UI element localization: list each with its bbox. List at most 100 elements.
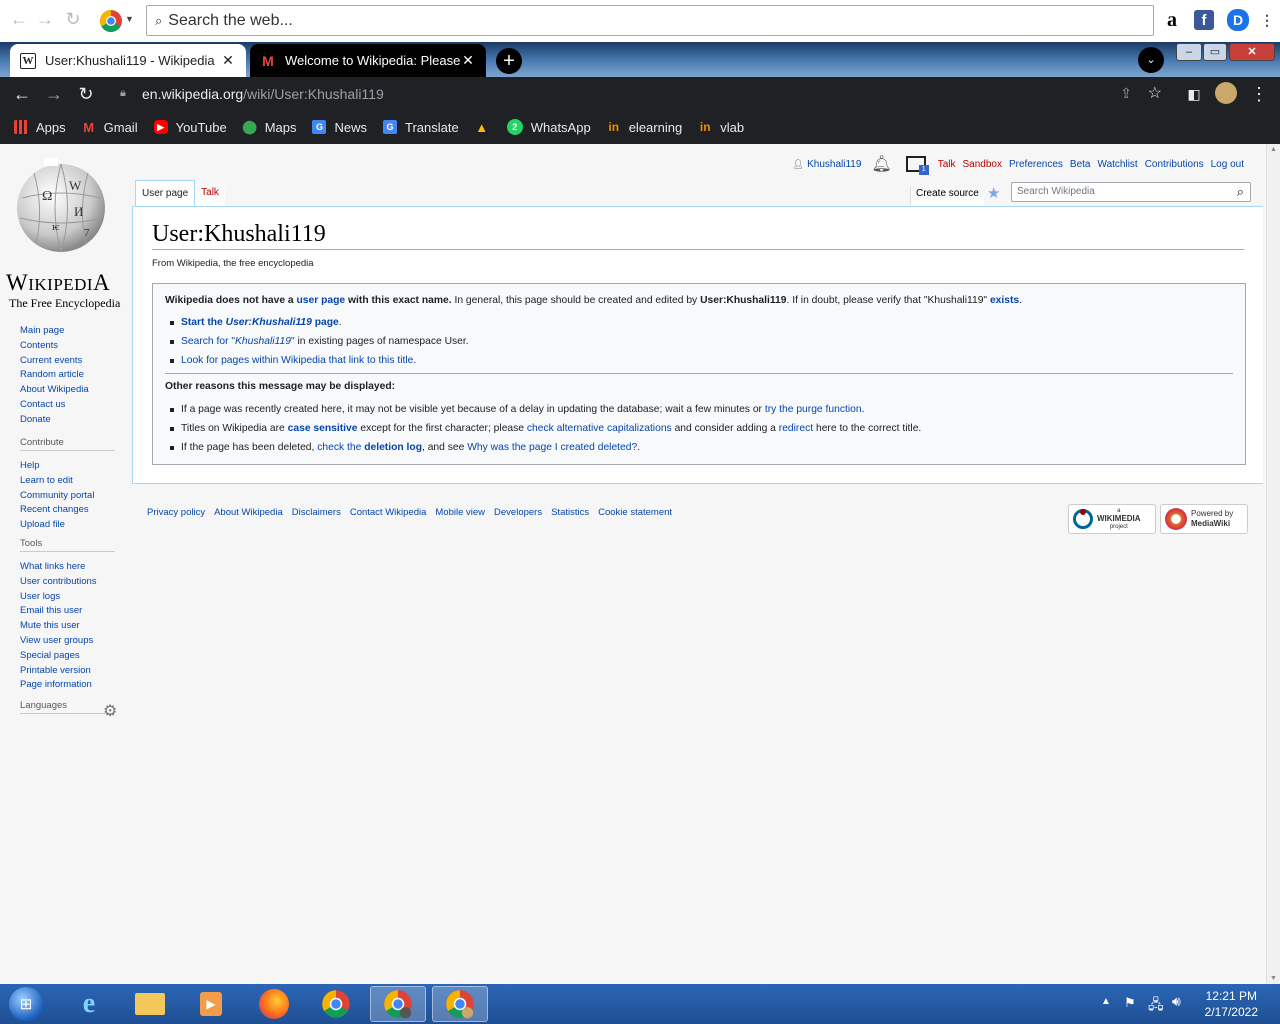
beta-link[interactable]: Beta bbox=[1070, 159, 1091, 170]
bookmark-elearning[interactable]: in elearning bbox=[607, 120, 682, 135]
facebook-icon[interactable]: f bbox=[1194, 10, 1214, 30]
user-link[interactable]: Khushali119 bbox=[807, 159, 861, 170]
footer-disclaimers[interactable]: Disclaimers bbox=[292, 507, 341, 518]
menu-dots-icon[interactable]: ⋮ bbox=[1257, 10, 1277, 30]
bookmark-star-icon[interactable]: ☆ bbox=[1148, 83, 1162, 103]
bookmark-drive[interactable]: ▲ bbox=[475, 120, 491, 135]
close-window-button[interactable]: ✕ bbox=[1229, 43, 1275, 61]
taskbar-explorer[interactable] bbox=[122, 986, 178, 1022]
chrome-menu-icon[interactable]: ⋮ bbox=[1248, 83, 1270, 105]
back-button[interactable]: ← bbox=[11, 83, 33, 105]
new-tab-button[interactable]: + bbox=[496, 48, 522, 74]
redirect-link[interactable]: redirect bbox=[779, 423, 813, 434]
scroll-up-arrow-icon[interactable]: ▲ bbox=[1270, 146, 1277, 153]
contributions-link[interactable]: Contributions bbox=[1145, 159, 1204, 170]
wiki-search-input[interactable]: Search Wikipedia ⌕ bbox=[1011, 182, 1251, 202]
taskbar-firefox[interactable] bbox=[246, 986, 302, 1022]
reload-button[interactable]: ↻ bbox=[75, 83, 97, 105]
case-sensitive-link[interactable]: case sensitive bbox=[288, 423, 358, 434]
taskbar-ie[interactable]: e bbox=[61, 986, 117, 1022]
bookmark-whatsapp[interactable]: 2 WhatsApp bbox=[506, 119, 591, 135]
dropdown-caret-icon[interactable]: ▼ bbox=[125, 14, 134, 24]
tab-search-button[interactable]: ⌄ bbox=[1138, 47, 1164, 73]
sidebar-item-special-pages[interactable]: Special pages bbox=[20, 649, 115, 664]
why-deleted-link[interactable]: Why was the page I created deleted? bbox=[467, 442, 637, 453]
bookmark-vlab[interactable]: in vlab bbox=[698, 120, 744, 135]
alt-capitalizations-link[interactable]: check alternative capitalizations bbox=[527, 423, 672, 434]
search-icon[interactable]: ⌕ bbox=[1237, 184, 1244, 200]
start-page-link[interactable]: Start the User:Khushali119 page bbox=[181, 317, 339, 328]
footer-cookie[interactable]: Cookie statement bbox=[598, 507, 672, 518]
sidebar-item-upload-file[interactable]: Upload file bbox=[20, 518, 115, 533]
bookmark-youtube[interactable]: ▶ YouTube bbox=[153, 120, 227, 135]
side-panel-icon[interactable]: ◧ bbox=[1183, 83, 1205, 105]
personal-talk-link[interactable]: Talk bbox=[938, 159, 956, 170]
sidebar-item-mute-user[interactable]: Mute this user bbox=[20, 619, 115, 634]
powered-by-mediawiki-badge[interactable]: Powered by MediaWiki bbox=[1160, 504, 1248, 534]
sidebar-item-learn-to-edit[interactable]: Learn to edit bbox=[20, 474, 115, 489]
sidebar-item-user-groups[interactable]: View user groups bbox=[20, 634, 115, 649]
wikipedia-logo[interactable]: Ω W И ѥ 7 WIKIPEDIA The Free Encyclopedi… bbox=[4, 156, 128, 310]
search-for-link[interactable]: Search for "Khushali119" bbox=[181, 336, 295, 347]
deletion-log-link[interactable]: check the deletion log bbox=[317, 442, 422, 453]
logout-link[interactable]: Log out bbox=[1211, 159, 1244, 170]
tab-wikipedia-user[interactable]: W User:Khushali119 - Wikipedia ✕ bbox=[10, 44, 246, 77]
profile-d-icon[interactable]: D bbox=[1227, 9, 1249, 31]
exists-link[interactable]: exists bbox=[990, 295, 1019, 306]
sidebar-item-random-article[interactable]: Random article bbox=[20, 368, 115, 383]
tab-gmail-welcome[interactable]: M Welcome to Wikipedia: Please co ✕ bbox=[250, 44, 486, 77]
web-search-input[interactable]: ⌕ Search the web... bbox=[146, 5, 1154, 36]
wikimedia-project-badge[interactable]: a WIKIMEDIA project bbox=[1068, 504, 1156, 534]
sidebar-item-user-contributions[interactable]: User contributions bbox=[20, 575, 115, 590]
tab-user-page[interactable]: User page bbox=[135, 180, 196, 207]
sidebar-item-about[interactable]: About Wikipedia bbox=[20, 383, 115, 398]
close-tab-icon[interactable]: ✕ bbox=[460, 52, 476, 69]
sidebar-item-community-portal[interactable]: Community portal bbox=[20, 489, 115, 504]
taskbar-chrome[interactable] bbox=[308, 986, 364, 1022]
purge-link[interactable]: try the purge function bbox=[765, 404, 862, 415]
watchlist-link[interactable]: Watchlist bbox=[1098, 159, 1138, 170]
tab-create-source[interactable]: Create source bbox=[910, 187, 984, 207]
sidebar-item-current-events[interactable]: Current events bbox=[20, 354, 115, 369]
show-hidden-icons-icon[interactable]: ▲ bbox=[1101, 996, 1111, 1007]
sidebar-item-page-info[interactable]: Page information bbox=[20, 678, 115, 693]
sidebar-item-user-logs[interactable]: User logs bbox=[20, 590, 115, 605]
sandbox-link[interactable]: Sandbox bbox=[963, 159, 1002, 170]
sidebar-item-main-page[interactable]: Main page bbox=[20, 324, 115, 339]
preferences-link[interactable]: Preferences bbox=[1009, 159, 1063, 170]
sidebar-item-contents[interactable]: Contents bbox=[20, 339, 115, 354]
sidebar-item-contact[interactable]: Contact us bbox=[20, 398, 115, 413]
bookmark-maps[interactable]: ⬤ Maps bbox=[242, 119, 296, 135]
taskbar-chrome-profile-k[interactable] bbox=[370, 986, 426, 1022]
taskbar-media-player[interactable]: ▶ bbox=[183, 986, 239, 1022]
forward-arrow-icon[interactable]: → bbox=[32, 9, 58, 30]
reload-icon[interactable]: ↻ bbox=[60, 9, 86, 30]
sidebar-item-donate[interactable]: Donate bbox=[20, 413, 115, 428]
amazon-icon[interactable]: a bbox=[1162, 9, 1182, 31]
close-tab-icon[interactable]: ✕ bbox=[220, 52, 236, 69]
user-page-link[interactable]: user page bbox=[297, 295, 346, 306]
notifications-bell-icon[interactable]: 🔔︎ bbox=[871, 154, 891, 174]
bookmark-gmail[interactable]: M Gmail bbox=[82, 120, 137, 135]
sidebar-item-recent-changes[interactable]: Recent changes bbox=[20, 503, 115, 518]
bookmark-apps[interactable]: Apps bbox=[14, 120, 66, 135]
footer-about[interactable]: About Wikipedia bbox=[214, 507, 283, 518]
footer-developers[interactable]: Developers bbox=[494, 507, 542, 518]
language-settings-gear-icon[interactable]: ⚙ bbox=[103, 701, 117, 721]
minimize-button[interactable]: – bbox=[1176, 43, 1202, 61]
vertical-scrollbar[interactable]: ▲ ▼ bbox=[1266, 144, 1280, 984]
footer-statistics[interactable]: Statistics bbox=[551, 507, 589, 518]
sidebar-item-email-user[interactable]: Email this user bbox=[20, 604, 115, 619]
bookmark-translate[interactable]: G Translate bbox=[383, 120, 459, 135]
system-clock[interactable]: 12:21 PM 2/17/2022 bbox=[1205, 988, 1258, 1020]
footer-privacy[interactable]: Privacy policy bbox=[147, 507, 205, 518]
notices-inbox-icon[interactable]: 1 bbox=[905, 156, 929, 175]
share-icon[interactable]: ⇪ bbox=[1120, 85, 1132, 102]
bookmark-news[interactable]: G News bbox=[312, 120, 367, 135]
look-for-pages-link[interactable]: Look for pages within Wikipedia that lin… bbox=[181, 355, 416, 366]
tab-talk[interactable]: Talk bbox=[195, 180, 225, 207]
forward-button[interactable]: → bbox=[43, 83, 65, 105]
chrome-logo-icon[interactable] bbox=[99, 9, 123, 33]
start-button[interactable]: ⊞ bbox=[0, 986, 52, 1022]
back-arrow-icon[interactable]: ← bbox=[6, 9, 32, 30]
